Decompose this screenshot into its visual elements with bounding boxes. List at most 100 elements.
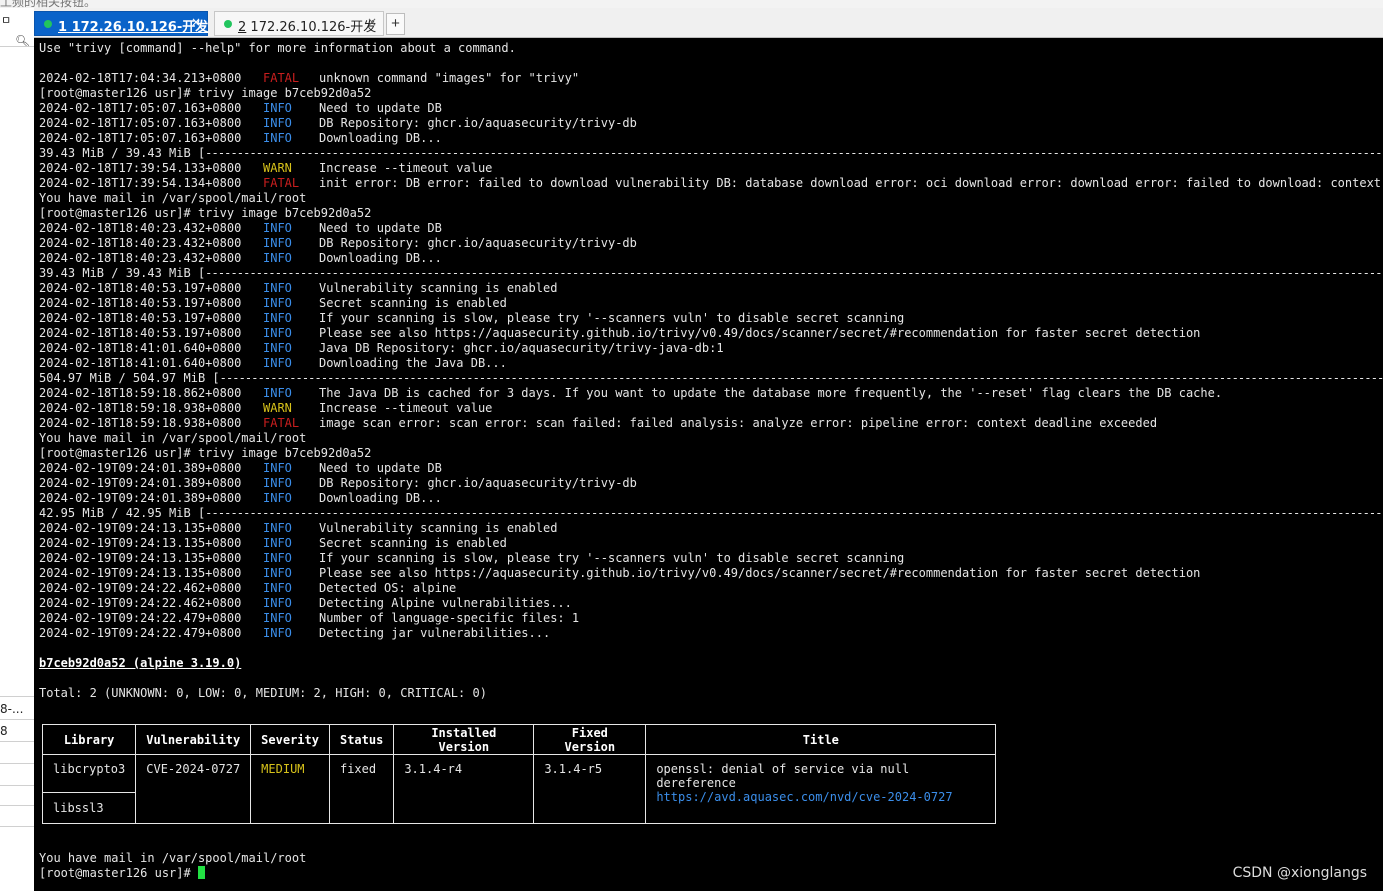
terminal-line: 2024-02-18T18:59:18.938+0800 WARN Increase…	[39, 401, 1383, 416]
sidebar-divider	[0, 696, 34, 697]
sidebar-divider	[0, 741, 34, 742]
terminal-line: 39.43 MiB / 39.43 MiB [-----------------…	[39, 266, 1383, 281]
log-level: INFO	[263, 536, 292, 550]
log-level: INFO	[263, 611, 292, 625]
sidebar-divider	[0, 785, 34, 786]
log-level: INFO	[263, 116, 292, 130]
terminal-line: 2024-02-18T18:40:23.432+0800 INFO Need to …	[39, 221, 1383, 236]
log-level: WARN	[263, 401, 292, 415]
log-message: init error: DB error: failed to download…	[319, 176, 1383, 190]
column-header: Vulnerability	[135, 724, 252, 755]
close-icon[interactable]: ×	[191, 15, 201, 29]
log-text: [root@master126 usr]# trivy image b7ceb9…	[39, 446, 372, 460]
log-message: DB Repository: ghcr.io/aquasecurity/triv…	[319, 116, 637, 130]
log-message: image scan error: scan error: scan faile…	[319, 416, 1158, 430]
terminal-output[interactable]: Use "trivy [command] --help" for more in…	[34, 38, 1383, 891]
terminal-line: 2024-02-19T09:24:22.479+0800 INFO Number o…	[39, 611, 1383, 626]
pin-icon[interactable]: ㅁ	[1, 12, 11, 28]
log-timestamp: 2024-02-18T17:39:54.134+0800	[39, 176, 242, 190]
text-cursor	[197, 866, 205, 879]
terminal-line: 2024-02-19T09:24:13.135+0800 INFO If your …	[39, 551, 1383, 566]
log-text: 39.43 MiB / 39.43 MiB [	[39, 146, 206, 160]
log-level: INFO	[263, 596, 292, 610]
log-level: WARN	[263, 161, 292, 175]
table-row: libcrypto3 CVE-2024-0727 MEDIUM fixed 3.…	[41, 754, 997, 824]
tab-label: 2 172.26.10.126-开发	[238, 20, 377, 35]
terminal-line: 2024-02-18T17:04:34.213+0800 FATAL unknown…	[39, 71, 1383, 86]
connected-status-icon	[224, 20, 232, 28]
log-message: Number of language-specific files: 1	[319, 611, 580, 625]
terminal-line: 2024-02-18T18:40:53.197+0800 INFO If your …	[39, 311, 1383, 326]
log-message: DB Repository: ghcr.io/aquasecurity/triv…	[319, 236, 637, 250]
log-timestamp: 2024-02-18T17:05:07.163+0800	[39, 101, 242, 115]
progress-bar: ----------------------------------------…	[205, 146, 1383, 160]
log-timestamp: 2024-02-18T18:40:23.432+0800	[39, 221, 242, 235]
log-timestamp: 2024-02-18T17:39:54.133+0800	[39, 161, 242, 175]
terminal-line: 2024-02-19T09:24:13.135+0800 INFO Please s…	[39, 566, 1383, 581]
log-level: INFO	[263, 281, 292, 295]
terminal-line: 2024-02-19T09:24:22.462+0800 INFO Detected…	[39, 581, 1383, 596]
terminal-line: 2024-02-18T18:40:53.197+0800 INFO Secret s…	[39, 296, 1383, 311]
prompt-text: [root@master126 usr]#	[39, 866, 198, 880]
close-icon[interactable]: ×	[367, 15, 377, 29]
tab-session-1[interactable]: 1 172.26.10.126-开发 ×	[34, 11, 208, 36]
sidebar-divider	[0, 46, 34, 47]
terminal-line: 2024-02-19T09:24:01.389+0800 INFO DB Repos…	[39, 476, 1383, 491]
log-timestamp: 2024-02-18T18:41:01.640+0800	[39, 341, 242, 355]
terminal-line: 2024-02-18T18:59:18.862+0800 INFO The Java…	[39, 386, 1383, 401]
log-timestamp: 2024-02-18T18:40:53.197+0800	[39, 281, 242, 295]
log-level: INFO	[263, 566, 292, 580]
log-timestamp: 2024-02-18T18:41:01.640+0800	[39, 356, 242, 370]
log-level: INFO	[263, 386, 292, 400]
log-level: INFO	[263, 491, 292, 505]
log-timestamp: 2024-02-18T18:59:18.862+0800	[39, 386, 242, 400]
column-header: Installed Version	[393, 724, 535, 755]
log-level: INFO	[263, 296, 292, 310]
log-message: Increase --timeout value	[319, 401, 493, 415]
terminal-line: 2024-02-19T09:24:22.479+0800 INFO Detectin…	[39, 626, 1383, 641]
top-hint-strip: 工频的相关按钮。	[0, 0, 1383, 8]
status-cell: fixed	[328, 754, 395, 824]
log-message: Need to update DB	[319, 221, 442, 235]
terminal-line: 2024-02-18T17:39:54.134+0800 FATAL init er…	[39, 176, 1383, 191]
terminal-line: 2024-02-18T18:41:01.640+0800 INFO Download…	[39, 356, 1383, 371]
new-tab-button[interactable]: +	[386, 13, 405, 35]
vulnerability-cell: CVE-2024-0727	[135, 754, 252, 824]
terminal-line: 2024-02-18T18:41:01.640+0800 INFO Java DB …	[39, 341, 1383, 356]
command-prompt[interactable]: [root@master126 usr]#	[39, 866, 205, 880]
terminal-line: 2024-02-18T17:05:07.163+0800 INFO Need to …	[39, 101, 1383, 116]
log-message: Please see also https://aquasecurity.git…	[319, 326, 1201, 340]
column-header: Severity	[250, 724, 330, 755]
sidebar-toolbar: ㅁ 🔍︎	[0, 12, 34, 48]
terminal-line: 2024-02-18T18:40:53.197+0800 INFO Please s…	[39, 326, 1383, 341]
terminal-line: [root@master126 usr]# trivy image b7ceb9…	[39, 86, 1383, 101]
session-tab-bar: 1 172.26.10.126-开发 × 2 172.26.10.126-开发 …	[34, 8, 1383, 38]
log-text: [root@master126 usr]# trivy image b7ceb9…	[39, 206, 372, 220]
sidebar-item[interactable]: 8-...	[0, 702, 23, 716]
log-text: You have mail in /var/spool/mail/root	[39, 431, 307, 445]
terminal-line: 2024-02-19T09:24:13.135+0800 INFO Secret s…	[39, 536, 1383, 551]
terminal-line: 2024-02-19T09:24:22.462+0800 INFO Detectin…	[39, 596, 1383, 611]
log-level: FATAL	[263, 176, 300, 190]
terminal-line: 2024-02-18T18:40:23.432+0800 INFO DB Repos…	[39, 236, 1383, 251]
terminal-line: You have mail in /var/spool/mail/root	[39, 431, 1383, 446]
sidebar-item[interactable]: 8	[0, 724, 8, 738]
log-text: Use "trivy [command] --help" for more in…	[39, 41, 516, 55]
log-level: FATAL	[263, 416, 300, 430]
column-header: Library	[41, 724, 137, 755]
advisory-link[interactable]: https://avd.aquasec.com/nvd/cve-2024-072…	[656, 790, 985, 804]
terminal-lines: Use "trivy [command] --help" for more in…	[39, 41, 1383, 641]
total-summary: Total: 2 (UNKNOWN: 0, LOW: 0, MEDIUM: 2,…	[39, 686, 487, 700]
log-timestamp: 2024-02-19T09:24:13.135+0800	[39, 536, 242, 550]
terminal-line: 2024-02-18T18:59:18.938+0800 FATAL image s…	[39, 416, 1383, 431]
log-text: [root@master126 usr]# trivy image b7ceb9…	[39, 86, 372, 100]
log-message: Increase --timeout value	[319, 161, 493, 175]
report-heading: b7ceb92d0a52 (alpine 3.19.0)	[39, 656, 242, 670]
log-timestamp: 2024-02-18T17:04:34.213+0800	[39, 71, 242, 85]
log-message: DB Repository: ghcr.io/aquasecurity/triv…	[319, 476, 637, 490]
log-message: unknown command "images" for "trivy"	[319, 71, 580, 85]
tab-session-2[interactable]: 2 172.26.10.126-开发 ×	[214, 11, 384, 36]
log-level: INFO	[263, 581, 292, 595]
sidebar-divider	[0, 763, 34, 764]
log-level: INFO	[263, 626, 292, 640]
